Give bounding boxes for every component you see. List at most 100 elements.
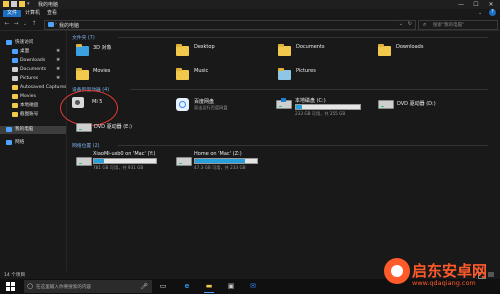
- minimize-button[interactable]: —: [454, 0, 468, 9]
- network-drive-icon: [176, 157, 192, 166]
- section-header-folders[interactable]: 文件夹 (7): [72, 34, 95, 41]
- device-tile-baidu-netdisk[interactable]: 百度网盘 双击运行百度网盘: [176, 96, 276, 116]
- tab-file[interactable]: 文件: [3, 10, 22, 17]
- sidebar-item-label: 截图账号: [20, 112, 39, 117]
- close-button[interactable]: ✕: [484, 0, 498, 9]
- device-subtext: 双击运行百度网盘: [194, 105, 228, 110]
- taskbar-search-input[interactable]: 在这里输入你要搜索的内容: [36, 284, 91, 290]
- sidebar-item-label: 我的电脑: [15, 127, 34, 132]
- expand-ribbon-icon[interactable]: ⌄: [478, 10, 482, 16]
- sidebar-item-this-pc[interactable]: 我的电脑: [0, 126, 66, 134]
- tab-view[interactable]: 查看: [43, 10, 61, 17]
- recent-chevron-icon[interactable]: ⌄: [21, 20, 29, 28]
- folder-icon: [3, 1, 9, 7]
- device-tile-local-disk-c[interactable]: 本地磁盘 (C:) 233 GB 可用，共 255 GB: [276, 96, 376, 116]
- disk-usage-fill: [195, 159, 245, 163]
- sidebar-item-screenshot-account[interactable]: 截图账号: [0, 111, 66, 119]
- windows-start-icon[interactable]: [6, 282, 15, 291]
- tab-computer[interactable]: 计算机: [21, 10, 44, 17]
- pin-icon[interactable]: ✱: [56, 48, 60, 56]
- folder-icon: [12, 112, 18, 117]
- netdisk-logo-icon: [179, 101, 186, 108]
- folder-tile-3d-objects[interactable]: 3D 对象: [76, 42, 176, 58]
- task-view-icon[interactable]: ▭: [158, 281, 168, 292]
- folder-tile-documents[interactable]: Documents: [278, 42, 378, 58]
- network-icon: [6, 140, 12, 145]
- folder-tile-pictures[interactable]: Pictures: [278, 66, 378, 82]
- sidebar-item-documents[interactable]: Documents ✱: [0, 66, 66, 74]
- computer-icon: [48, 22, 54, 27]
- forward-button[interactable]: →: [12, 20, 20, 28]
- sidebar-item-autosaved-captures[interactable]: Autosaved Captures: [0, 84, 66, 92]
- disk-usage-fill: [94, 159, 104, 163]
- network-drive-label: Home on 'Mac' (Z:): [194, 151, 242, 157]
- device-subtext: 233 GB 可用，共 255 GB: [295, 111, 346, 116]
- network-drive-tile-z[interactable]: Home on 'Mac' (Z:) 47.3 GB 可用，共 233 GB: [176, 151, 276, 173]
- item-count: 14 个项目: [4, 273, 26, 278]
- section-header-network[interactable]: 网络位置 (2): [72, 142, 100, 149]
- desktop-icon: [12, 49, 18, 54]
- title-bar: ▾ 我的电脑 — ☐ ✕: [0, 0, 500, 9]
- sidebar-item-label: 桌面: [20, 49, 30, 54]
- file-explorer-icon[interactable]: ▬: [204, 281, 214, 293]
- watermark-title: 启东安卓网: [412, 262, 488, 280]
- 3d-objects-icon: [76, 44, 89, 56]
- sidebar-item-downloads[interactable]: Downloads ✱: [0, 57, 66, 65]
- sidebar-item-movies[interactable]: Movies: [0, 93, 66, 101]
- edge-browser-icon[interactable]: e: [182, 281, 192, 292]
- device-label: 本地磁盘 (C:): [295, 98, 326, 104]
- device-tile-dvd-d[interactable]: DVD 驱动器 (D:): [378, 96, 478, 116]
- help-icon[interactable]: ?: [489, 9, 496, 16]
- sidebar-item-label: 网络: [15, 140, 25, 145]
- sidebar-item-pictures[interactable]: Pictures ✱: [0, 75, 66, 83]
- search-box[interactable]: ⌕ 搜索"我的电脑": [418, 20, 498, 30]
- back-button[interactable]: ←: [3, 20, 11, 28]
- folder-icon: [12, 103, 18, 108]
- sidebar-item-local-disk[interactable]: 本地磁盘: [0, 102, 66, 110]
- up-button[interactable]: ↑: [30, 20, 38, 28]
- window-title: 我的电脑: [38, 2, 59, 8]
- microphone-icon[interactable]: 🎤︎: [140, 283, 148, 290]
- maximize-button[interactable]: ☐: [469, 0, 483, 9]
- sidebar-item-label: Pictures: [20, 76, 39, 81]
- device-label: DVD 驱动器 (E:): [94, 124, 132, 130]
- folder-tile-desktop[interactable]: Desktop: [176, 42, 276, 58]
- search-input[interactable]: 搜索"我的电脑": [433, 22, 464, 28]
- address-bar[interactable]: › 我的电脑 ⌄ ↻: [44, 20, 416, 30]
- taskbar-search-box[interactable]: ○ 在这里输入你要搜索的内容 🎤︎: [24, 280, 152, 293]
- sidebar-item-network[interactable]: 网络: [0, 139, 66, 147]
- new-folder-icon[interactable]: [19, 1, 25, 7]
- network-drive-tile-y[interactable]: XiaoMi-usb0 on 'Mac' (Y:) 781 GB 可用，共 93…: [76, 151, 176, 173]
- address-path: 我的电脑: [59, 23, 80, 29]
- download-icon: [12, 58, 18, 63]
- network-drive-subtext: 47.3 GB 可用，共 233 GB: [194, 165, 246, 170]
- chevron-down-icon[interactable]: ▾: [27, 1, 30, 7]
- mail-icon[interactable]: ✉: [248, 281, 258, 292]
- folder-tile-music[interactable]: Music: [176, 66, 276, 82]
- store-icon[interactable]: ▣: [226, 281, 236, 292]
- device-label: 百度网盘: [194, 99, 215, 105]
- address-dropdown-icon[interactable]: ⌄: [399, 21, 403, 27]
- pin-icon[interactable]: ✱: [56, 57, 60, 65]
- folder-tile-movies[interactable]: Movies: [76, 66, 176, 82]
- properties-icon[interactable]: [11, 1, 17, 7]
- disk-usage-fill: [296, 105, 302, 109]
- folder-icon: [378, 44, 391, 56]
- pin-icon[interactable]: ✱: [56, 75, 60, 83]
- section-divider: [118, 145, 488, 146]
- folder-icon: [76, 68, 89, 80]
- refresh-icon[interactable]: ↻: [408, 21, 412, 27]
- network-drive-subtext: 781 GB 可用，共 931 GB: [93, 165, 144, 170]
- pin-icon[interactable]: ✱: [56, 66, 60, 74]
- sidebar-item-quick-access[interactable]: 快速访问: [0, 39, 66, 47]
- dvd-icon: [378, 100, 394, 109]
- sidebar-item-desktop[interactable]: 桌面 ✱: [0, 48, 66, 56]
- folder-icon: [176, 44, 189, 56]
- folder-icon: [12, 94, 18, 99]
- device-tile-dvd-e[interactable]: DVD 驱动器 (E:): [76, 121, 176, 133]
- windows-logo-icon: [281, 98, 286, 102]
- sidebar-item-label: Movies: [20, 94, 36, 99]
- folder-tile-downloads[interactable]: Downloads: [378, 42, 478, 58]
- folder-label: Movies: [93, 68, 111, 74]
- disk-usage-bar: [194, 158, 258, 164]
